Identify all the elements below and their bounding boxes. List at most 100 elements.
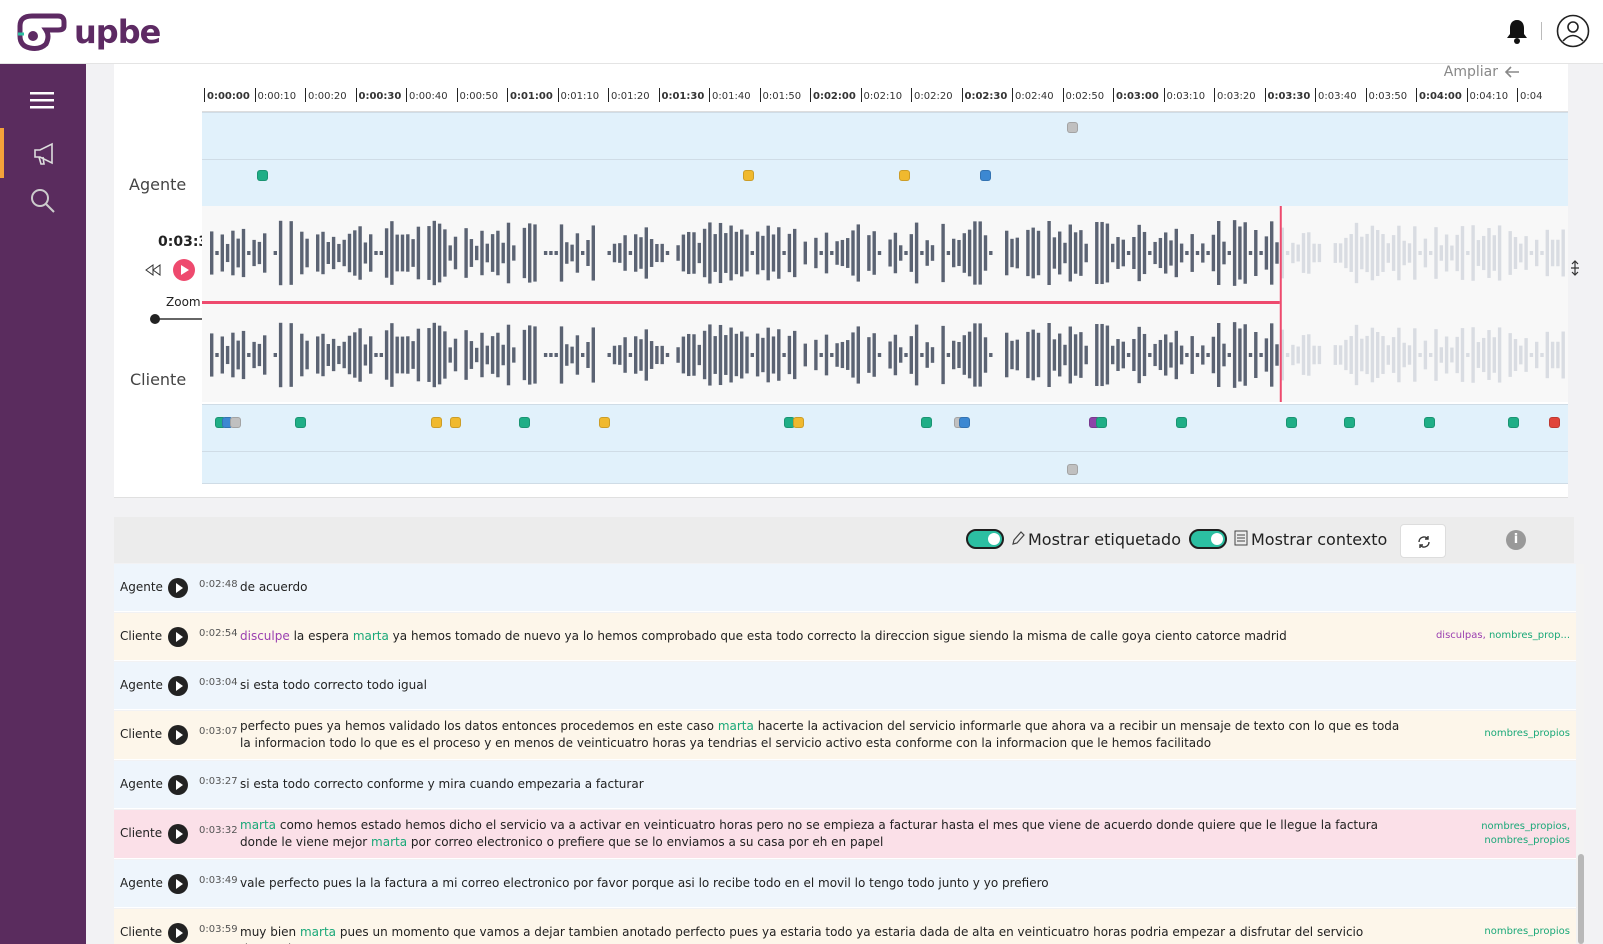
- play-segment-icon[interactable]: [168, 824, 188, 844]
- waveform-bar: [1206, 251, 1210, 255]
- waveform-bar: [1508, 231, 1512, 275]
- play-segment-icon[interactable]: [168, 725, 188, 745]
- tag-marker[interactable]: [1344, 417, 1356, 428]
- transcript-row[interactable]: Cliente 0:02:54 disculpe la espera marta y…: [114, 613, 1576, 661]
- show-tagged-toggle[interactable]: [966, 529, 1004, 549]
- transcript-row[interactable]: Agente 0:03:27 si esta todo correcto confo…: [114, 761, 1576, 809]
- resize-handle-icon[interactable]: [1568, 260, 1582, 276]
- tag-marker[interactable]: [979, 170, 991, 181]
- hamburger-icon[interactable]: [26, 86, 60, 114]
- play-segment-icon[interactable]: [168, 578, 188, 598]
- tag-marker[interactable]: [920, 417, 932, 428]
- transcript-row[interactable]: Agente 0:03:49 vale perfecto pues la la fa…: [114, 860, 1576, 908]
- ruler-tick: [254, 88, 256, 102]
- sidebar: [0, 64, 86, 944]
- waveform-bar: [904, 251, 908, 255]
- tag-marker[interactable]: [1067, 464, 1079, 475]
- play-segment-icon[interactable]: [168, 923, 188, 943]
- waveform-bar: [215, 251, 219, 255]
- ruler-label: 0:03:00: [1116, 91, 1159, 102]
- play-icon[interactable]: [173, 259, 195, 281]
- show-context-toggle[interactable]: [1189, 529, 1227, 549]
- tag-label[interactable]: nombres_propios: [1484, 835, 1570, 846]
- tag-marker[interactable]: [1508, 417, 1520, 428]
- tag-label[interactable]: nombres_propios: [1484, 926, 1570, 937]
- playhead[interactable]: [1279, 206, 1282, 402]
- tag-marker[interactable]: [519, 417, 531, 428]
- refresh-icon: [1418, 536, 1430, 548]
- tag-marker[interactable]: [257, 170, 269, 181]
- ruler-tick: [1264, 88, 1266, 102]
- waveform-bar: [1429, 251, 1433, 255]
- user-circle-icon[interactable]: [1556, 14, 1590, 48]
- tag-marker[interactable]: [1067, 122, 1079, 133]
- tag-label[interactable]: nombres_prop...: [1486, 630, 1570, 641]
- transcript-row[interactable]: Cliente 0:03:07 perfecto pues ya hemos val…: [114, 711, 1576, 760]
- tag-marker[interactable]: [1423, 417, 1435, 428]
- waveform-display[interactable]: [202, 206, 1568, 402]
- tag-marker[interactable]: [1285, 417, 1297, 428]
- info-icon[interactable]: i: [1506, 530, 1526, 550]
- waveform-bar: [877, 353, 882, 357]
- waveform-bar: [973, 323, 977, 387]
- waveform-bar: [618, 345, 622, 365]
- waveform-bar: [1360, 236, 1364, 270]
- tag-marker[interactable]: [792, 417, 804, 428]
- bell-icon[interactable]: [1502, 16, 1532, 46]
- timeline[interactable]: 0:00:00 0:00:10 0:00:20 0:00:30 0:00:40 0:00:…: [202, 88, 1568, 484]
- tag-label[interactable]: disculpas,: [1436, 630, 1486, 641]
- transcript-scrollbar-thumb[interactable]: [1578, 854, 1584, 944]
- tag-label[interactable]: nombres_propios: [1484, 728, 1570, 739]
- transcript-row[interactable]: Cliente 0:03:59 muy bien marta pues un mom…: [114, 909, 1576, 944]
- rewind-icon[interactable]: [145, 264, 161, 276]
- waveform-bar: [231, 230, 235, 276]
- waveform-bar: [1201, 345, 1205, 365]
- waveform-bar: [1068, 326, 1072, 384]
- tag-marker[interactable]: [449, 417, 461, 428]
- tag-marker[interactable]: [295, 417, 307, 428]
- waveform-bar: [549, 251, 553, 255]
- tag-marker[interactable]: [1549, 417, 1561, 428]
- waveform-bar: [793, 330, 797, 380]
- waveform-bar: [946, 251, 951, 255]
- waveform-bar: [1519, 243, 1523, 263]
- waveform-bar: [400, 234, 405, 272]
- sidebar-item-campaigns[interactable]: [0, 128, 86, 178]
- tag-marker[interactable]: [899, 170, 911, 181]
- transcript-row[interactable]: Cliente 0:03:32 marta como hemos estado he…: [114, 810, 1576, 859]
- tag-marker[interactable]: [743, 170, 755, 181]
- waveform-bar: [1476, 342, 1481, 368]
- brand-logo[interactable]: upbe: [16, 12, 161, 52]
- waveform-bar: [1556, 341, 1560, 369]
- play-segment-icon[interactable]: [168, 627, 188, 647]
- waveform-bar: [570, 244, 574, 262]
- waveform-bar: [475, 245, 479, 261]
- tag-marker[interactable]: [1176, 417, 1188, 428]
- transcript-row[interactable]: Agente 0:02:48 de acuerdo: [114, 564, 1576, 612]
- waveform-bar: [1529, 353, 1534, 357]
- waveform-bar: [1201, 243, 1205, 263]
- ruler-tick: [557, 88, 559, 102]
- tag-marker[interactable]: [598, 417, 610, 428]
- waveform-bar: [941, 223, 945, 283]
- play-segment-icon[interactable]: [168, 874, 188, 894]
- waveform-bar: [1126, 251, 1131, 255]
- waveform-bar: [872, 333, 876, 377]
- search-icon[interactable]: [28, 186, 58, 216]
- expand-button[interactable]: Ampliar: [1444, 64, 1520, 80]
- tag-marker[interactable]: [229, 417, 241, 428]
- ruler-label: 0:00:30: [358, 91, 402, 102]
- refresh-button[interactable]: [1400, 524, 1446, 558]
- tag-marker[interactable]: [959, 417, 971, 428]
- transcript-row[interactable]: Agente 0:03:04 si esta todo correcto todo …: [114, 662, 1576, 710]
- waveform-bar: [1100, 221, 1104, 285]
- ruler-label: 0:02:20: [914, 91, 953, 102]
- tag-label[interactable]: nombres_propios,: [1481, 821, 1570, 832]
- ruler-label: 0:03:20: [1217, 91, 1256, 102]
- tag-marker[interactable]: [1095, 417, 1107, 428]
- waveform-bar: [1529, 251, 1534, 255]
- play-segment-icon[interactable]: [168, 775, 188, 795]
- waveform-bar: [1153, 343, 1157, 367]
- play-segment-icon[interactable]: [168, 676, 188, 696]
- tag-marker[interactable]: [430, 417, 442, 428]
